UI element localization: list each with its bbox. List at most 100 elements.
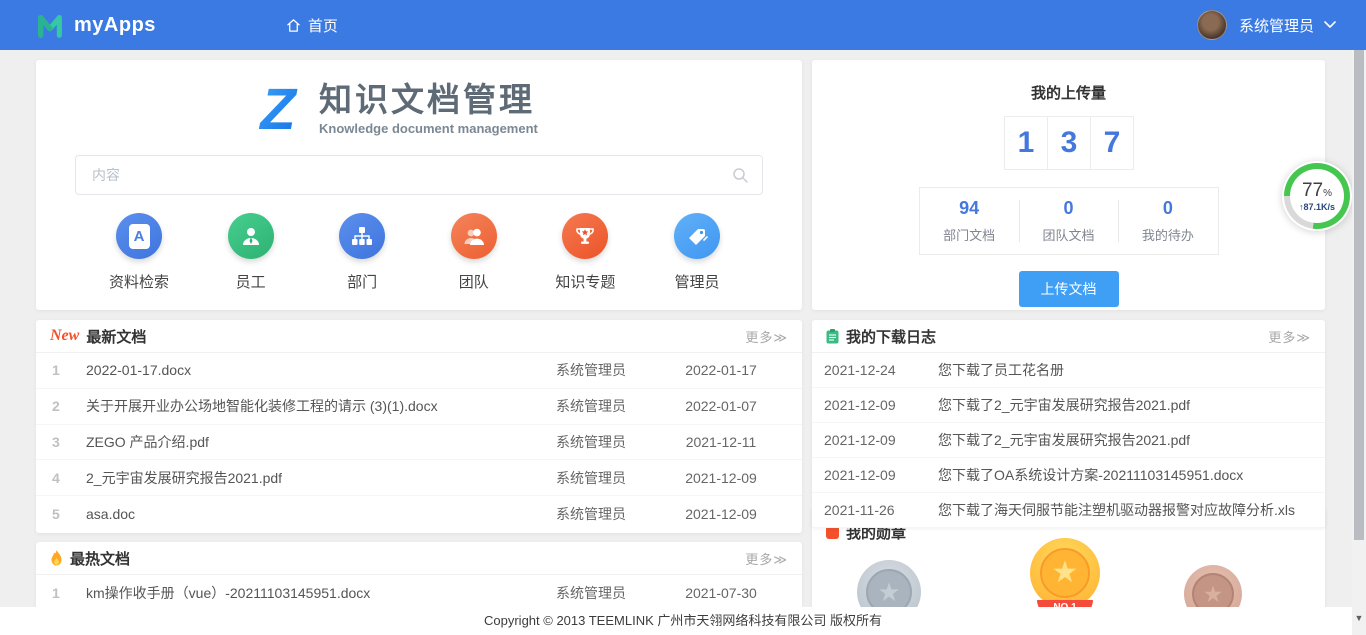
latest-more-link[interactable]: 更多≫ [745,327,788,346]
scrollbar-thumb[interactable] [1354,50,1364,540]
download-more-link[interactable]: 更多≫ [1268,327,1311,346]
hot-more-link[interactable]: 更多≫ [745,549,788,568]
data-search-icon: A [116,213,162,259]
search-input[interactable] [76,167,762,183]
shortcut-label: 部门 [347,271,377,292]
search-bar [75,155,763,195]
shortcut-admin[interactable]: 管理员 [652,213,742,292]
stat-label: 我的待办 [1142,225,1194,244]
app-logo-block: Z 知识文档管理 Knowledge document management [251,80,802,138]
doc-author: 系统管理员 [526,360,656,380]
myapps-m-icon [36,11,64,39]
doc-date: 2021-12-09 [656,506,786,522]
hot-docs-header: 最热文档 更多≫ [36,542,802,575]
row-index: 5 [52,506,86,522]
upload-doc-button[interactable]: 上传文档 [1019,271,1119,307]
footer-copyright: Copyright © 2013 TEEMLINK 广州市天翎网络科技有限公司 … [0,607,1366,635]
doc-name[interactable]: ZEGO 产品介绍.pdf [86,432,526,452]
table-row[interactable]: 1 km操作收手册（vue）-20211103145951.docx 系统管理员… [36,575,802,611]
doc-date: 2021-12-09 [656,470,786,486]
row-index: 1 [52,362,86,378]
gold-medal-icon: ★ [1030,538,1100,608]
doc-name[interactable]: 关于开展开业办公场地智能化装修工程的请示 (3)(1).docx [86,396,526,416]
shortcut-knowledge-topics[interactable]: 知识专题 [540,213,630,292]
upload-count-title: 我的上传量 [812,82,1325,103]
upload-stats-panel: 我的上传量 1 3 7 94 部门文档 0 团队文档 0 我的待办 上传文档 [812,60,1325,310]
team-icon [451,213,497,259]
latest-docs-header: New 最新文档 更多≫ [36,320,802,353]
home-icon [286,18,301,33]
doc-author: 系统管理员 [526,504,656,524]
brand-logo[interactable]: myApps [36,11,156,39]
employee-icon [228,213,274,259]
doc-name[interactable]: km操作收手册（vue）-20211103145951.docx [86,583,526,603]
doc-date: 2022-01-07 [656,398,786,414]
download-log-title: 我的下载日志 [846,326,936,347]
shortcut-team[interactable]: 团队 [429,213,519,292]
stat-label: 团队文档 [1042,225,1094,244]
log-date: 2021-12-09 [824,467,912,483]
log-text[interactable]: 您下载了2_元宇宙发展研究报告2021.pdf [938,430,1190,450]
row-index: 4 [52,470,86,486]
table-row[interactable]: 1 2022-01-17.docx 系统管理员 2022-01-17 [36,353,802,389]
digit-box: 3 [1047,116,1091,170]
log-text[interactable]: 您下载了海天伺服节能注塑机驱动器报警对应故障分析.xls [938,500,1295,520]
doc-author: 系统管理员 [526,396,656,416]
list-item[interactable]: 2021-12-24 您下载了员工花名册 [812,353,1325,388]
shortcut-employee[interactable]: 员工 [206,213,296,292]
shortcut-department[interactable]: 部门 [317,213,407,292]
doc-date: 2022-01-17 [656,362,786,378]
chevron-down-icon[interactable] [1324,21,1336,29]
log-text[interactable]: 您下载了员工花名册 [938,360,1064,380]
download-log-header: 我的下载日志 更多≫ [812,320,1325,353]
log-text[interactable]: 您下载了OA系统设计方案-20211103145951.docx [938,465,1243,485]
log-text[interactable]: 您下载了2_元宇宙发展研究报告2021.pdf [938,395,1190,415]
table-row[interactable]: 5 asa.doc 系统管理员 2021-12-09 [36,496,802,532]
stat-dept-docs[interactable]: 94 部门文档 [920,188,1019,254]
stat-value: 94 [959,198,979,219]
nav-home[interactable]: 首页 [286,15,338,36]
log-clipboard-icon [826,329,839,344]
latest-docs-panel: New 最新文档 更多≫ 1 2022-01-17.docx 系统管理员 202… [36,320,802,533]
app-title: 知识文档管理 [319,82,538,118]
list-item[interactable]: 2021-12-09 您下载了2_元宇宙发展研究报告2021.pdf [812,423,1325,458]
stat-team-docs[interactable]: 0 团队文档 [1019,188,1118,254]
list-item[interactable]: 2021-11-26 您下载了海天伺服节能注塑机驱动器报警对应故障分析.xls [812,493,1325,528]
progress-percent: 77 [1302,180,1323,201]
user-menu[interactable]: 系统管理员 [1197,10,1336,40]
log-date: 2021-11-26 [824,502,912,518]
flame-icon [50,550,63,567]
digit-box: 1 [1004,116,1048,170]
table-row[interactable]: 3 ZEGO 产品介绍.pdf 系统管理员 2021-12-11 [36,425,802,461]
progress-readout: 77% ↑87.1K/s [1290,169,1344,223]
stat-label: 部门文档 [943,225,995,244]
hot-docs-title: 最热文档 [70,548,130,569]
user-avatar[interactable] [1197,10,1227,40]
tag-icon [674,213,720,259]
shortcut-row: A 资料检索 员工 [36,195,802,292]
digit-box: 7 [1090,116,1134,170]
shortcut-label: 团队 [459,271,489,292]
doc-author: 系统管理员 [526,583,656,603]
shortcut-data-search[interactable]: A 资料检索 [94,213,184,292]
doc-author: 系统管理员 [526,432,656,452]
shortcut-label: 资料检索 [109,271,169,292]
list-item[interactable]: 2021-12-09 您下载了OA系统设计方案-20211103145951.d… [812,458,1325,493]
doc-name[interactable]: 2_元宇宙发展研究报告2021.pdf [86,468,526,488]
log-date: 2021-12-09 [824,432,912,448]
app-subtitle: Knowledge document management [319,121,538,136]
user-name: 系统管理员 [1239,15,1314,36]
table-row[interactable]: 2 关于开展开业办公场地智能化装修工程的请示 (3)(1).docx 系统管理员… [36,389,802,425]
shortcut-label: 员工 [236,271,266,292]
upload-progress-widget: 77% ↑87.1K/s [1282,161,1352,231]
doc-name[interactable]: asa.doc [86,506,526,522]
doc-name[interactable]: 2022-01-17.docx [86,362,526,378]
list-item[interactable]: 2021-12-09 您下载了2_元宇宙发展研究报告2021.pdf [812,388,1325,423]
search-icon[interactable] [732,167,748,183]
table-row[interactable]: 4 2_元宇宙发展研究报告2021.pdf 系统管理员 2021-12-09 [36,460,802,496]
scrollbar-down-arrow[interactable]: ▼ [1352,613,1366,623]
stat-my-todo[interactable]: 0 我的待办 [1118,188,1217,254]
brand-name: myApps [74,14,156,37]
svg-text:Z: Z [258,80,298,138]
vertical-scrollbar[interactable]: ▼ [1352,50,1366,635]
